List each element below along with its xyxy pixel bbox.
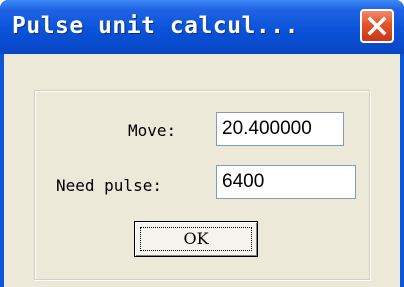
close-icon (367, 16, 387, 36)
move-label: Move: (128, 121, 177, 140)
ok-button-label: OK (183, 229, 209, 248)
need-pulse-input[interactable]: 6400 (216, 165, 356, 199)
close-button[interactable] (360, 9, 394, 43)
dialog-window: Pulse unit calcul... Move: 20.400000 Nee… (0, 0, 404, 287)
ok-button[interactable]: OK (134, 221, 258, 257)
title-bar[interactable]: Pulse unit calcul... (0, 0, 404, 54)
window-title: Pulse unit calcul... (12, 13, 299, 39)
move-input[interactable]: 20.400000 (216, 112, 344, 146)
need-pulse-label: Need pulse: (56, 176, 162, 195)
dialog-body: Move: 20.400000 Need pulse: 6400 OK (4, 54, 400, 287)
